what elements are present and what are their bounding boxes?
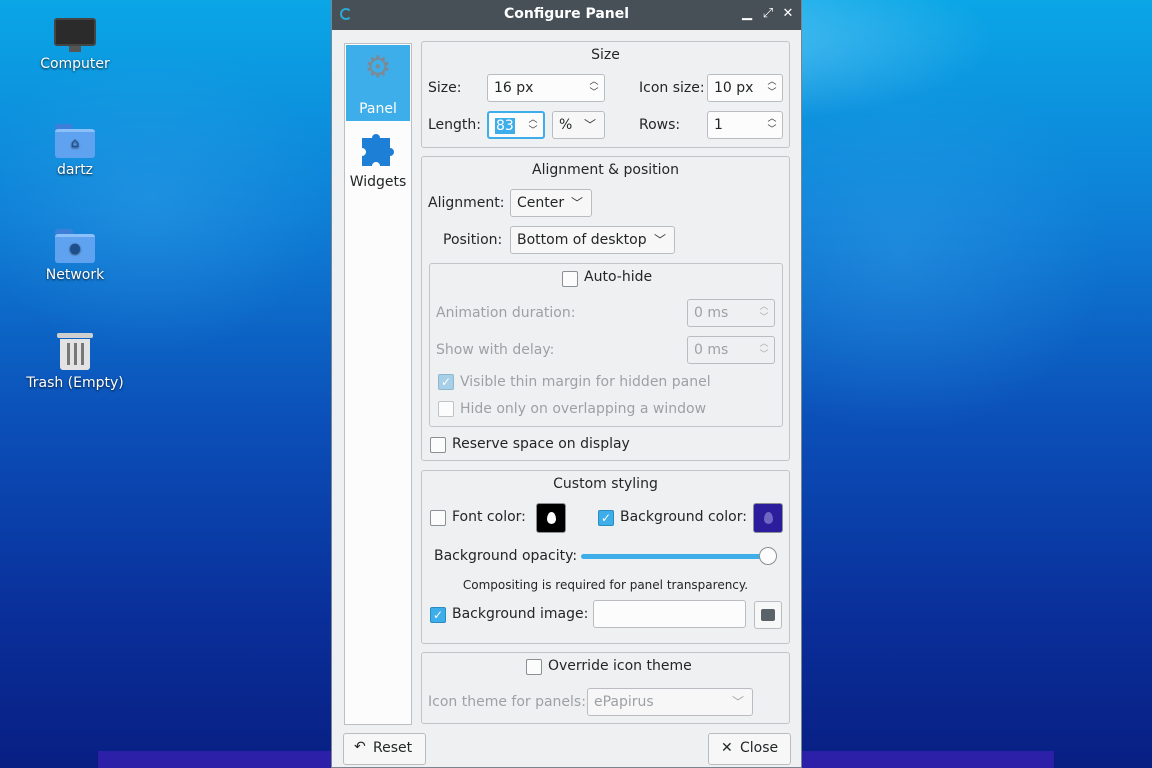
checkmark-icon: ✓ — [600, 511, 612, 525]
bg-image-path-input[interactable] — [593, 600, 746, 628]
checkmark-icon: ✓ — [440, 375, 452, 389]
icon-size-spinbox[interactable]: 10 px ︿ ﹀ — [707, 74, 783, 102]
chevron-down-icon: ﹀ — [653, 233, 666, 247]
icon-theme-group: Override icon theme Icon theme for panel… — [421, 652, 790, 724]
position-select[interactable]: Bottom of desktop ﹀ — [510, 226, 675, 254]
close-icon[interactable]: ✕ — [780, 6, 796, 21]
title-bar[interactable]: Configure Panel ▁ ⤢ ✕ — [332, 0, 801, 30]
chevron-down-icon: ﹀ — [583, 118, 596, 132]
spin-arrows-icon: ︿ ﹀ — [528, 115, 538, 136]
show-delay-spinbox[interactable]: 0 ms ︿ ﹀ — [687, 336, 775, 364]
size-group-title: Size — [591, 47, 620, 63]
trash-icon — [57, 331, 93, 371]
override-icon-theme-label: Override icon theme — [548, 658, 692, 674]
icon-theme-label: Icon theme for panels: — [428, 694, 586, 710]
sidebar-item-widgets[interactable]: Widgets — [346, 126, 410, 202]
compositing-note: Compositing is required for panel transp… — [462, 578, 749, 592]
font-color-label: Font color: — [452, 509, 526, 525]
reserve-space-checkbox[interactable] — [430, 437, 446, 453]
reset-button[interactable]: ↶ Reset — [343, 733, 426, 765]
animation-duration-spinbox[interactable]: 0 ms ︿ ﹀ — [687, 299, 775, 327]
spin-arrows-icon: ︿ ﹀ — [759, 339, 769, 360]
bg-color-button[interactable] — [753, 503, 783, 533]
image-browse-icon — [761, 609, 775, 621]
sidebar-item-panel[interactable]: ⚙ Panel — [346, 45, 410, 121]
color-drop-icon — [764, 512, 773, 524]
autohide-checkbox[interactable] — [562, 271, 578, 287]
desktop-icon-label: Computer — [40, 56, 110, 72]
desktop-icon-trash[interactable]: Trash (Empty) — [15, 331, 135, 391]
undo-icon: ↶ — [354, 739, 366, 755]
override-icon-theme-checkbox[interactable] — [526, 659, 542, 675]
chevron-down-icon: ﹀ — [570, 196, 583, 210]
alignment-label: Alignment: — [428, 195, 505, 211]
custom-styling-title: Custom styling — [553, 476, 658, 492]
bg-image-checkbox[interactable]: ✓ — [430, 607, 446, 623]
rows-spinbox[interactable]: 1 ︿ ﹀ — [707, 111, 783, 139]
show-delay-label: Show with delay: — [436, 342, 555, 358]
length-spinbox[interactable]: 83 ︿ ﹀ — [487, 111, 545, 139]
reserve-space-label: Reserve space on display — [452, 436, 630, 452]
alignment-group: Alignment & position Alignment: Center ﹀… — [421, 156, 790, 461]
bg-color-label: Background color: — [620, 509, 747, 525]
size-spinbox[interactable]: 16 px ︿ ﹀ — [487, 74, 605, 102]
bg-opacity-slider-track[interactable] — [581, 554, 769, 559]
chevron-down-icon: ﹀ — [731, 695, 744, 709]
category-sidebar: ⚙ Panel Widgets — [344, 43, 412, 725]
browse-image-button[interactable] — [754, 601, 782, 629]
sidebar-item-label: Widgets — [349, 174, 407, 190]
gear-icon: ⚙ — [364, 50, 392, 85]
thin-margin-checkbox[interactable]: ✓ — [438, 374, 454, 390]
alignment-group-title: Alignment & position — [532, 162, 679, 178]
desktop-icon-label: Network — [45, 267, 105, 283]
rows-label: Rows: — [639, 117, 681, 133]
desktop-icon-network[interactable]: ● Network — [15, 229, 135, 283]
autohide-label: Auto-hide — [584, 269, 653, 285]
custom-styling-group: Custom styling Font color: ✓ Background … — [421, 470, 790, 644]
window-title: Configure Panel — [503, 6, 630, 22]
network-folder-icon: ● — [55, 229, 95, 263]
puzzle-icon — [362, 134, 394, 166]
font-color-checkbox[interactable] — [430, 510, 446, 526]
length-unit-select[interactable]: % ﹀ — [552, 111, 605, 139]
bg-opacity-label: Background opacity: — [434, 548, 578, 564]
overlap-checkbox[interactable] — [438, 401, 454, 417]
thin-margin-label: Visible thin margin for hidden panel — [460, 374, 711, 390]
color-drop-icon — [547, 512, 556, 524]
maximize-icon[interactable]: ⤢ — [760, 6, 776, 21]
desktop-icon-computer[interactable]: Computer — [15, 18, 135, 72]
close-icon: ✕ — [721, 740, 733, 756]
computer-icon — [54, 18, 96, 52]
size-label: Size: — [428, 80, 462, 96]
size-group: Size Size: 16 px ︿ ﹀ Icon size: 10 px ︿ ﹀ … — [421, 41, 790, 148]
icon-size-label: Icon size: — [639, 80, 705, 96]
spin-arrows-icon: ︿ ﹀ — [759, 302, 769, 323]
bg-opacity-slider-handle[interactable] — [759, 547, 777, 565]
home-folder-icon: ⌂ — [55, 124, 95, 158]
checkmark-icon: ✓ — [432, 608, 444, 622]
spin-arrows-icon: ︿ ﹀ — [589, 77, 599, 98]
configure-panel-dialog: Configure Panel ▁ ⤢ ✕ ⚙ Panel Widgets Si… — [331, 0, 802, 768]
overlap-label: Hide only on overlapping a window — [460, 401, 707, 417]
bg-color-checkbox[interactable]: ✓ — [598, 510, 614, 526]
desktop-icon-label: Trash (Empty) — [26, 375, 124, 391]
close-button[interactable]: ✕ Close — [708, 733, 791, 765]
desktop-icon-home[interactable]: ⌂ dartz — [15, 124, 135, 178]
spin-arrows-icon: ︿ ﹀ — [767, 114, 777, 135]
font-color-button[interactable] — [536, 503, 566, 533]
icon-theme-select[interactable]: ePapirus ﹀ — [587, 688, 753, 716]
animation-duration-label: Animation duration: — [436, 305, 576, 321]
autohide-group: Auto-hide Animation duration: 0 ms ︿ ﹀ Sh… — [429, 263, 783, 427]
desktop-icon-label: dartz — [56, 162, 94, 178]
position-label: Position: — [443, 232, 503, 248]
spin-arrows-icon: ︿ ﹀ — [767, 77, 777, 98]
minimize-icon[interactable]: ▁ — [739, 6, 755, 21]
bg-image-label: Background image: — [452, 606, 589, 622]
sidebar-item-label: Panel — [359, 101, 397, 117]
length-label: Length: — [428, 117, 482, 133]
alignment-select[interactable]: Center ﹀ — [510, 189, 592, 217]
